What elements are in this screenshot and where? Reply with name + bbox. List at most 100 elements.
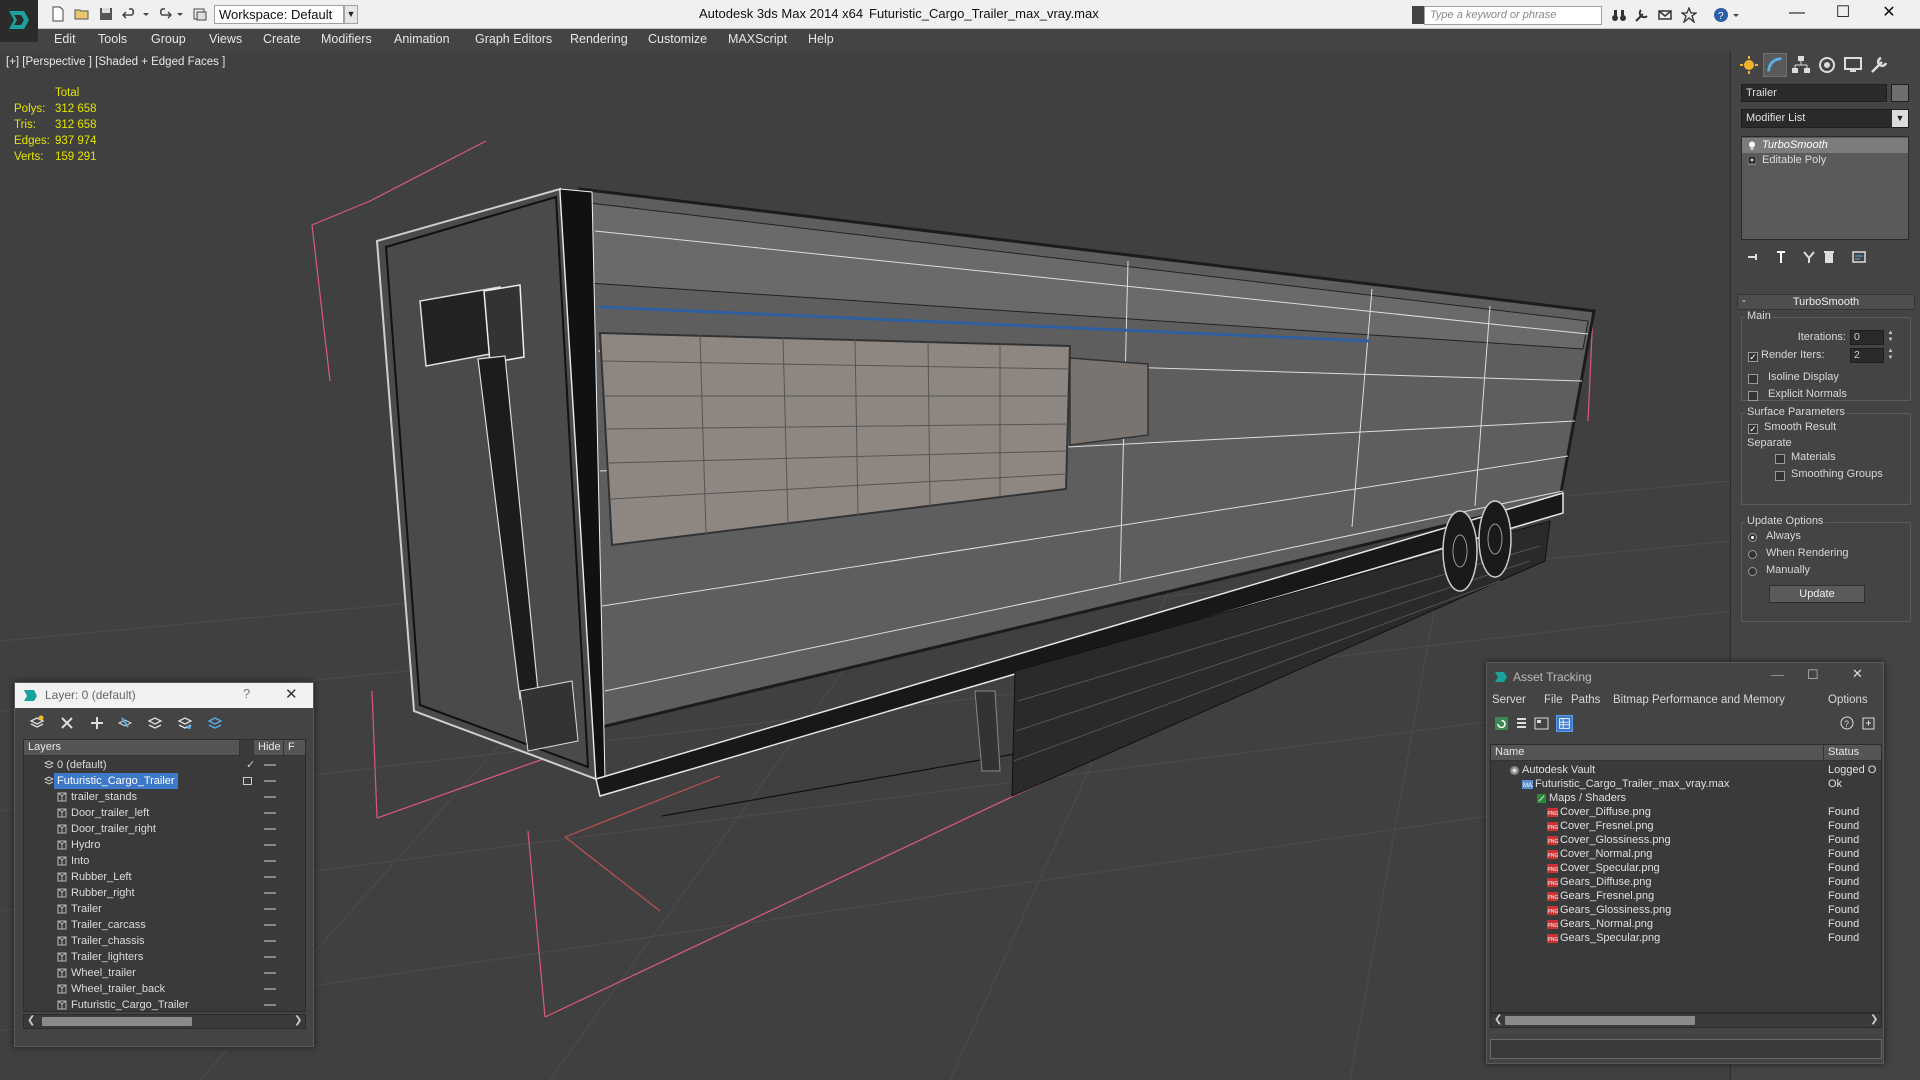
hide-toggle[interactable] <box>264 860 276 862</box>
spinner-arrows-icon[interactable]: ▲ ▼ <box>1886 348 1895 363</box>
search-expand-icon[interactable] <box>1412 6 1424 24</box>
column-header-freeze[interactable]: F <box>284 740 305 756</box>
asset-minimize-button[interactable]: — <box>1771 667 1784 682</box>
show-end-result-icon[interactable] <box>1773 249 1789 265</box>
viewport-label[interactable]: [+] [Perspective ] [Shaded + Edged Faces… <box>6 56 225 68</box>
scroll-left-icon[interactable]: ❮ <box>27 1015 35 1026</box>
search-input[interactable]: Type a keyword or phrase <box>1424 6 1602 25</box>
create-layer-icon[interactable] <box>29 715 45 731</box>
help-dropdown-icon[interactable] <box>1732 7 1740 23</box>
iterations-spinner[interactable]: 0 <box>1850 330 1884 345</box>
table-view-icon[interactable] <box>1556 715 1573 732</box>
app-logo-icon[interactable] <box>0 0 38 42</box>
expand-plus-icon[interactable] <box>1748 156 1756 165</box>
favorites-star-icon[interactable] <box>1681 7 1697 23</box>
layer-object-row[interactable]: Trailer <box>24 901 305 917</box>
scroll-right-icon[interactable]: ❯ <box>1870 1014 1878 1025</box>
collapse-icon[interactable]: - <box>1742 294 1746 308</box>
remove-modifier-icon[interactable] <box>1821 249 1837 265</box>
hide-toggle[interactable] <box>264 764 276 766</box>
render-iters-spinner[interactable]: 2 <box>1850 348 1884 363</box>
when-rendering-radio[interactable] <box>1748 550 1757 559</box>
chevron-down-icon[interactable]: ▼ <box>1892 110 1908 127</box>
hide-toggle[interactable] <box>264 812 276 814</box>
menu-customize[interactable]: Customize <box>648 32 707 46</box>
layer-object-row[interactable]: Door_trailer_right <box>24 821 305 837</box>
scroll-thumb[interactable] <box>42 1017 192 1026</box>
asset-horizontal-scrollbar[interactable]: ❮ ❯ <box>1490 1013 1882 1028</box>
layer-object-row[interactable]: Trailer_lighters <box>24 949 305 965</box>
chevron-down-icon[interactable]: ▼ <box>344 5 358 24</box>
hide-toggle[interactable] <box>264 796 276 798</box>
column-header-hide[interactable]: Hide <box>254 740 284 756</box>
layer-object-row[interactable]: Wheel_trailer <box>24 965 305 981</box>
hide-toggle[interactable] <box>264 908 276 910</box>
undo-icon[interactable] <box>122 6 138 22</box>
hide-toggle[interactable] <box>264 876 276 878</box>
make-unique-icon[interactable] <box>1801 249 1817 265</box>
asset-menu-bitmap-performance[interactable]: Bitmap Performance and Memory <box>1613 694 1785 706</box>
asset-menu-file[interactable]: File <box>1544 694 1563 706</box>
column-header-status[interactable]: Status <box>1824 745 1881 761</box>
redo-icon[interactable] <box>156 6 172 22</box>
save-file-icon[interactable] <box>98 6 114 22</box>
render-iters-checkbox[interactable]: ✓ <box>1748 352 1758 362</box>
hierarchy-tab-icon[interactable] <box>1789 53 1813 77</box>
hide-toggle[interactable] <box>264 780 276 782</box>
modify-tab-icon[interactable] <box>1763 53 1787 77</box>
menu-graph-editors[interactable]: Graph Editors <box>475 32 552 46</box>
delete-layer-icon[interactable] <box>59 715 75 731</box>
add-to-layer-icon[interactable] <box>89 715 105 731</box>
menu-maxscript[interactable]: MAXScript <box>728 32 787 46</box>
open-file-icon[interactable] <box>74 6 90 22</box>
spinner-arrows-icon[interactable]: ▲ ▼ <box>1886 330 1895 345</box>
hide-toggle[interactable] <box>264 924 276 926</box>
list-view-icon[interactable] <box>1513 715 1530 732</box>
layer-dialog-help-button[interactable]: ? <box>243 686 250 701</box>
stack-item-editable-poly[interactable]: Editable Poly <box>1742 153 1908 168</box>
object-name-field[interactable]: Trailer <box>1741 84 1887 102</box>
asset-close-button[interactable]: ✕ <box>1852 666 1863 682</box>
asset-menu-paths[interactable]: Paths <box>1571 694 1600 706</box>
smooth-result-checkbox[interactable]: ✓ <box>1748 424 1758 434</box>
window-close-button[interactable]: ✕ <box>1866 0 1912 28</box>
layer-object-row[interactable]: Into <box>24 853 305 869</box>
layer-object-row[interactable]: Door_trailer_left <box>24 805 305 821</box>
asset-path-field[interactable] <box>1490 1039 1882 1059</box>
column-header-name[interactable]: Name <box>1491 745 1824 761</box>
asset-settings-icon[interactable] <box>1860 715 1877 732</box>
binoculars-icon[interactable] <box>1611 7 1627 23</box>
always-radio[interactable] <box>1748 533 1757 542</box>
layer-object-row[interactable]: trailer_stands <box>24 789 305 805</box>
menu-animation[interactable]: Animation <box>394 32 450 46</box>
isoline-display-checkbox[interactable] <box>1748 374 1758 384</box>
configure-modifier-sets-icon[interactable] <box>1851 249 1867 265</box>
thumbnail-view-icon[interactable] <box>1533 715 1550 732</box>
freeze-all-layers-icon[interactable] <box>207 715 223 731</box>
menu-create[interactable]: Create <box>263 32 301 46</box>
layer-object-row[interactable]: Rubber_right <box>24 885 305 901</box>
current-layer-check-icon[interactable]: ✓ <box>246 757 255 773</box>
menu-group[interactable]: Group <box>151 32 186 46</box>
layer-object-row[interactable]: Wheel_trailer_back <box>24 981 305 997</box>
turbosmooth-rollout-header[interactable]: - TurboSmooth <box>1737 294 1915 310</box>
layer-box-icon[interactable] <box>243 777 252 785</box>
smoothing-groups-checkbox[interactable] <box>1775 471 1785 481</box>
asset-maximize-button[interactable]: ☐ <box>1807 667 1819 683</box>
window-minimize-button[interactable]: — <box>1774 0 1820 28</box>
menu-edit[interactable]: Edit <box>54 32 76 46</box>
layer-dialog-titlebar[interactable]: Layer: 0 (default) ? ✕ <box>15 683 313 708</box>
project-folder-icon[interactable] <box>192 6 208 22</box>
menu-help[interactable]: Help <box>808 32 834 46</box>
layer-object-row[interactable]: Trailer_carcass <box>24 917 305 933</box>
layer-object-row[interactable]: Futuristic_Cargo_Trailer <box>24 997 305 1011</box>
layer-dialog-close-button[interactable]: ✕ <box>285 685 298 703</box>
lightbulb-icon[interactable] <box>1748 141 1756 150</box>
explicit-normals-checkbox[interactable] <box>1748 391 1758 401</box>
pin-stack-icon[interactable] <box>1745 249 1761 265</box>
hide-toggle[interactable] <box>264 940 276 942</box>
scroll-thumb[interactable] <box>1505 1016 1695 1025</box>
hide-toggle[interactable] <box>264 844 276 846</box>
update-button[interactable]: Update <box>1769 585 1865 603</box>
hide-toggle[interactable] <box>264 828 276 830</box>
